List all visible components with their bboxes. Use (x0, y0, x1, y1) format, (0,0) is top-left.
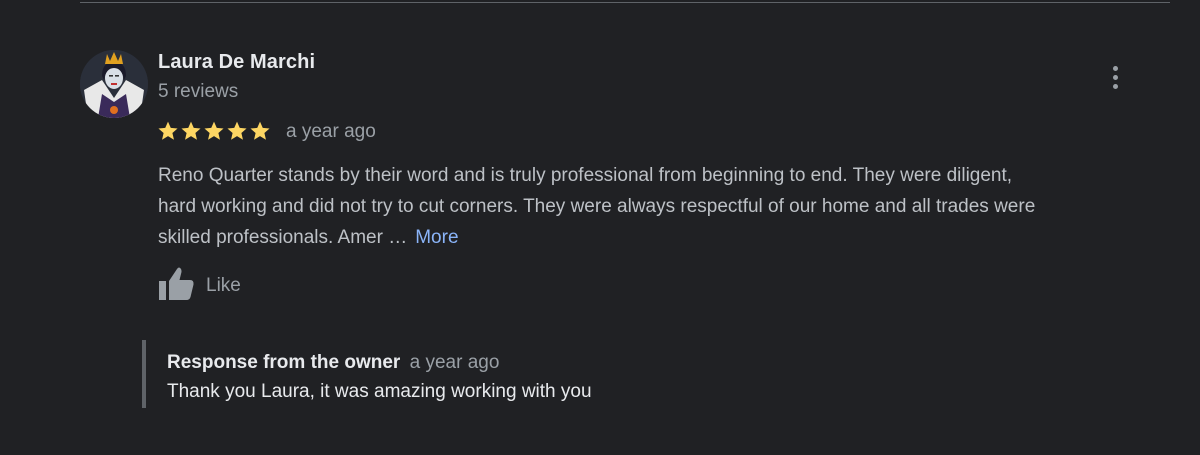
review-card: Laura De Marchi 5 reviews a year ago Ren… (0, 0, 1200, 455)
response-date: a year ago (409, 352, 500, 373)
like-label: Like (206, 275, 241, 296)
divider (80, 2, 1170, 3)
review-text: Reno Quarter stands by their word and is… (158, 160, 1188, 253)
review-text-line-last: skilled professionals. Amer … More (158, 222, 1188, 253)
star-icon (157, 120, 179, 142)
reviewer-avatar[interactable] (80, 50, 148, 118)
review-text-line: hard working and did not try to cut corn… (158, 196, 1036, 217)
avatar-image (80, 50, 148, 118)
response-quote-bar (142, 340, 146, 408)
response-text: Thank you Laura, it was amazing working … (167, 381, 592, 402)
review-text-line: skilled professionals. Amer … (158, 227, 408, 248)
reviewer-name[interactable]: Laura De Marchi (158, 51, 315, 74)
review-text-line: Reno Quarter stands by their word and is… (158, 165, 1013, 186)
thumbs-up-icon (156, 266, 196, 307)
star-icon (226, 120, 248, 142)
star-icon (180, 120, 202, 142)
response-title: Response from the owner (167, 352, 401, 373)
like-button[interactable]: Like (156, 266, 241, 307)
more-link[interactable]: More (415, 227, 458, 248)
star-rating (157, 118, 271, 144)
reviewer-review-count[interactable]: 5 reviews (158, 81, 238, 103)
review-date: a year ago (286, 121, 376, 142)
star-icon (249, 120, 271, 142)
more-options-icon[interactable] (1102, 62, 1130, 94)
response-heading: Response from the owner a year ago (167, 352, 499, 374)
star-icon (203, 120, 225, 142)
owner-response: Response from the owner a year ago Thank… (142, 340, 842, 408)
